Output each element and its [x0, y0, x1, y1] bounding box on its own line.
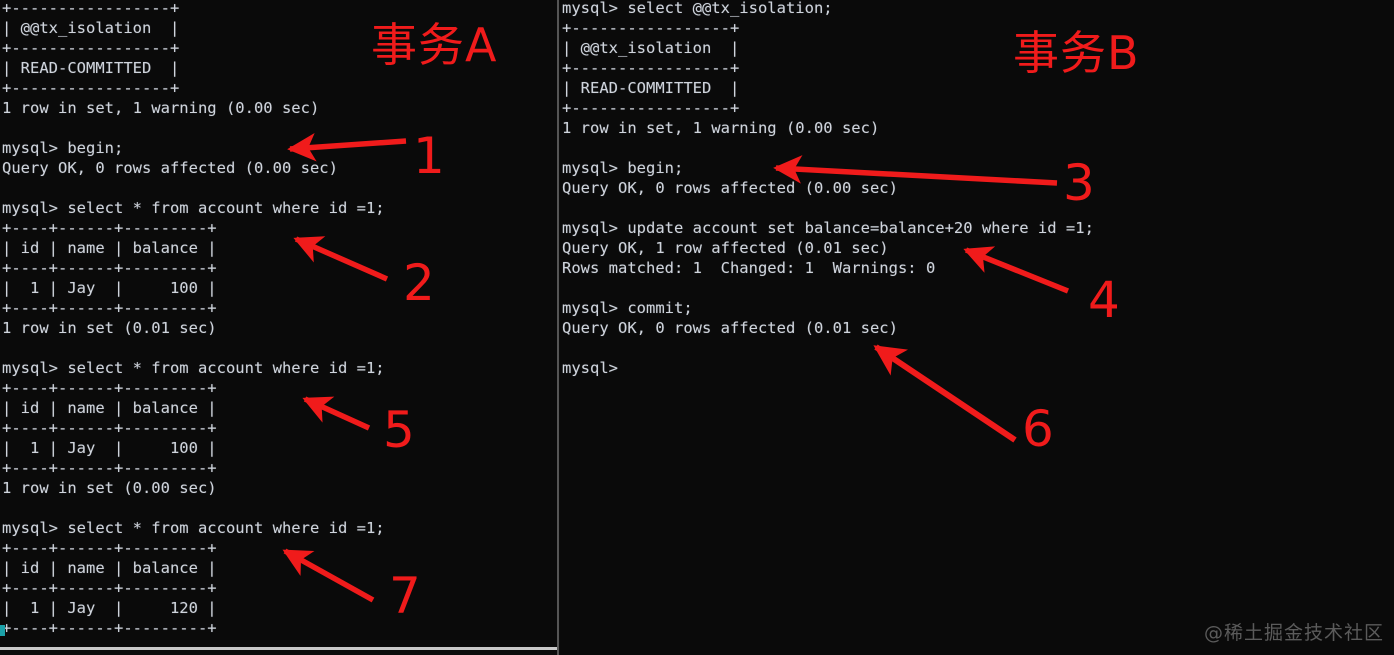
terminal-line: 1 row in set, 1 warning (0.00 sec) — [2, 99, 320, 117]
terminal-panel-transaction-b[interactable]: mysql> select @@tx_isolation; +----------… — [560, 0, 1394, 655]
cursor-artifact — [0, 625, 5, 636]
transaction-a-label: 事务A — [371, 18, 498, 72]
terminal-line: | 1 | Jay | 100 | — [2, 439, 217, 457]
terminal-line: +----+------+---------+ — [2, 379, 217, 397]
terminal-line: mysql> begin; — [2, 139, 124, 157]
terminal-line: +----+------+---------+ — [2, 259, 217, 277]
terminal-line: +----+------+---------+ — [2, 619, 217, 637]
terminal-line: 1 row in set (0.00 sec) — [2, 479, 217, 497]
step-number-2: 2 — [403, 254, 435, 312]
terminal-line: +----+------+---------+ — [2, 419, 217, 437]
terminal-line: +-----------------+ — [2, 79, 180, 97]
terminal-line: | id | name | balance | — [2, 239, 217, 257]
step-number-5: 5 — [383, 401, 415, 459]
terminal-line: Rows matched: 1 Changed: 1 Warnings: 0 — [562, 259, 936, 277]
screenshot-root: +-----------------+ | @@tx_isolation | +--… — [0, 0, 1394, 655]
terminal-line: mysql> select * from account where id =1… — [2, 359, 385, 377]
terminal-line: mysql> commit; — [562, 299, 693, 317]
terminal-line: | 1 | Jay | 100 | — [2, 279, 217, 297]
terminal-panel-transaction-a[interactable]: +-----------------+ | @@tx_isolation | +--… — [0, 0, 557, 650]
terminal-line: | id | name | balance | — [2, 559, 217, 577]
terminal-line: | 1 | Jay | 120 | — [2, 599, 217, 617]
terminal-line: 1 row in set, 1 warning (0.00 sec) — [562, 119, 880, 137]
terminal-line: +----+------+---------+ — [2, 219, 217, 237]
terminal-line: Query OK, 0 rows affected (0.00 sec) — [562, 179, 898, 197]
terminal-line: +----+------+---------+ — [2, 539, 217, 557]
terminal-line: | id | name | balance | — [2, 399, 217, 417]
terminal-line: mysql> select @@tx_isolation; — [562, 0, 833, 17]
step-number-3: 3 — [1063, 154, 1095, 212]
terminal-line: Query OK, 1 row affected (0.01 sec) — [562, 239, 889, 257]
terminal-line: mysql> update account set balance=balanc… — [562, 219, 1094, 237]
terminal-line: +-----------------+ — [2, 39, 180, 57]
transaction-b-label: 事务B — [1013, 26, 1140, 80]
step-number-6: 6 — [1022, 400, 1054, 458]
terminal-line: mysql> select * from account where id =1… — [2, 199, 385, 217]
terminal-line: +-----------------+ — [562, 99, 740, 117]
panel-divider — [557, 0, 559, 655]
terminal-line: | READ-COMMITTED | — [2, 59, 180, 77]
step-number-7: 7 — [389, 567, 421, 625]
terminal-line: | @@tx_isolation | — [2, 19, 180, 37]
terminal-line: +-----------------+ — [2, 0, 180, 17]
terminal-line: mysql> select * from account where id =1… — [2, 519, 385, 537]
terminal-line: +----+------+---------+ — [2, 579, 217, 597]
terminal-line: Query OK, 0 rows affected (0.00 sec) — [2, 159, 338, 177]
terminal-line: mysql> begin; — [562, 159, 684, 177]
terminal-line: Query OK, 0 rows affected (0.01 sec) — [562, 319, 898, 337]
terminal-line: +----+------+---------+ — [2, 459, 217, 477]
terminal-line: 1 row in set (0.01 sec) — [2, 319, 217, 337]
step-number-4: 4 — [1088, 271, 1120, 329]
step-number-1: 1 — [413, 127, 445, 185]
terminal-line: +----+------+---------+ — [2, 299, 217, 317]
terminal-line: mysql> — [562, 359, 618, 377]
terminal-line: | READ-COMMITTED | — [562, 79, 740, 97]
watermark: @稀土掘金技术社区 — [1203, 622, 1384, 644]
terminal-a-output: +-----------------+ | @@tx_isolation | +--… — [2, 0, 385, 638]
